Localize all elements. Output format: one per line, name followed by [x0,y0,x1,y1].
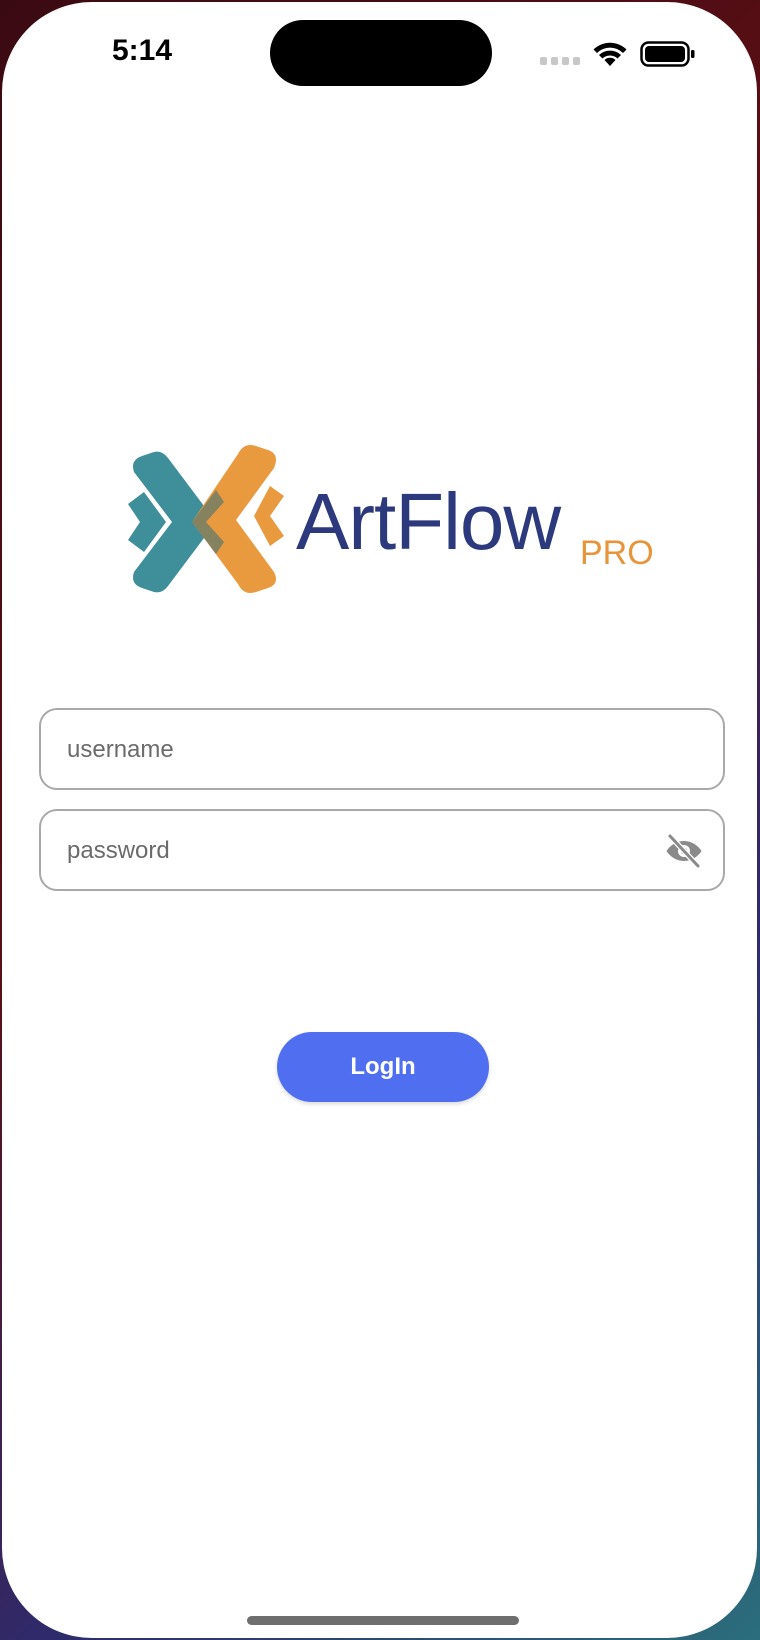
home-indicator [247,1616,519,1625]
battery-icon [640,41,695,67]
app-screen: 5:14 ArtFlow PRO username LogIn [2,2,757,1638]
dynamic-island [270,20,492,86]
login-button[interactable]: LogIn [277,1032,489,1102]
status-time: 5:14 [112,34,173,67]
device-frame: 5:14 ArtFlow PRO username LogIn [0,0,760,1640]
password-field[interactable] [39,809,725,891]
cellular-signal-icon [540,57,580,65]
username-input[interactable] [65,710,669,790]
eye-off-icon[interactable] [665,833,703,869]
logo-pro-badge: PRO [580,534,654,572]
logo-wordmark: ArtFlow [296,477,561,566]
artflow-logo: ArtFlow PRO [120,434,660,614]
wifi-icon [593,42,627,66]
username-field[interactable] [39,708,725,790]
password-input[interactable] [65,811,669,891]
logo-mark-icon [128,445,284,593]
